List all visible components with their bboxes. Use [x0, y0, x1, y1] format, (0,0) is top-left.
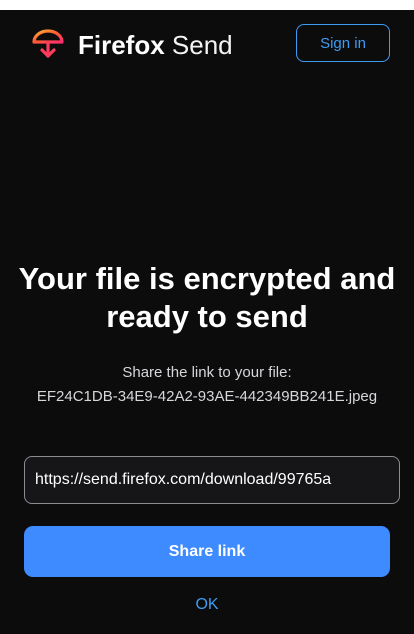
- ok-link[interactable]: OK: [180, 593, 234, 617]
- sign-in-button[interactable]: Sign in: [296, 24, 390, 62]
- status-bar-strip: [0, 0, 414, 10]
- firefox-send-logo-icon: [32, 29, 64, 58]
- share-prompt: Share the link to your file:: [122, 364, 292, 381]
- share-link-field[interactable]: https://send.firefox.com/download/99765a: [24, 456, 400, 504]
- brand-name-firefox: Firefox: [78, 30, 165, 60]
- brand-name: Firefox Send: [78, 30, 233, 60]
- file-name: EF24C1DB-34E9-42A2-93AE-442349BB241E.jpe…: [36, 388, 378, 405]
- share-link-button[interactable]: Share link: [24, 526, 390, 577]
- brand-name-send: Send: [171, 30, 233, 60]
- page-title: Your file is encrypted and ready to send: [18, 261, 396, 334]
- app-header: Firefox Send Sign in: [0, 10, 414, 82]
